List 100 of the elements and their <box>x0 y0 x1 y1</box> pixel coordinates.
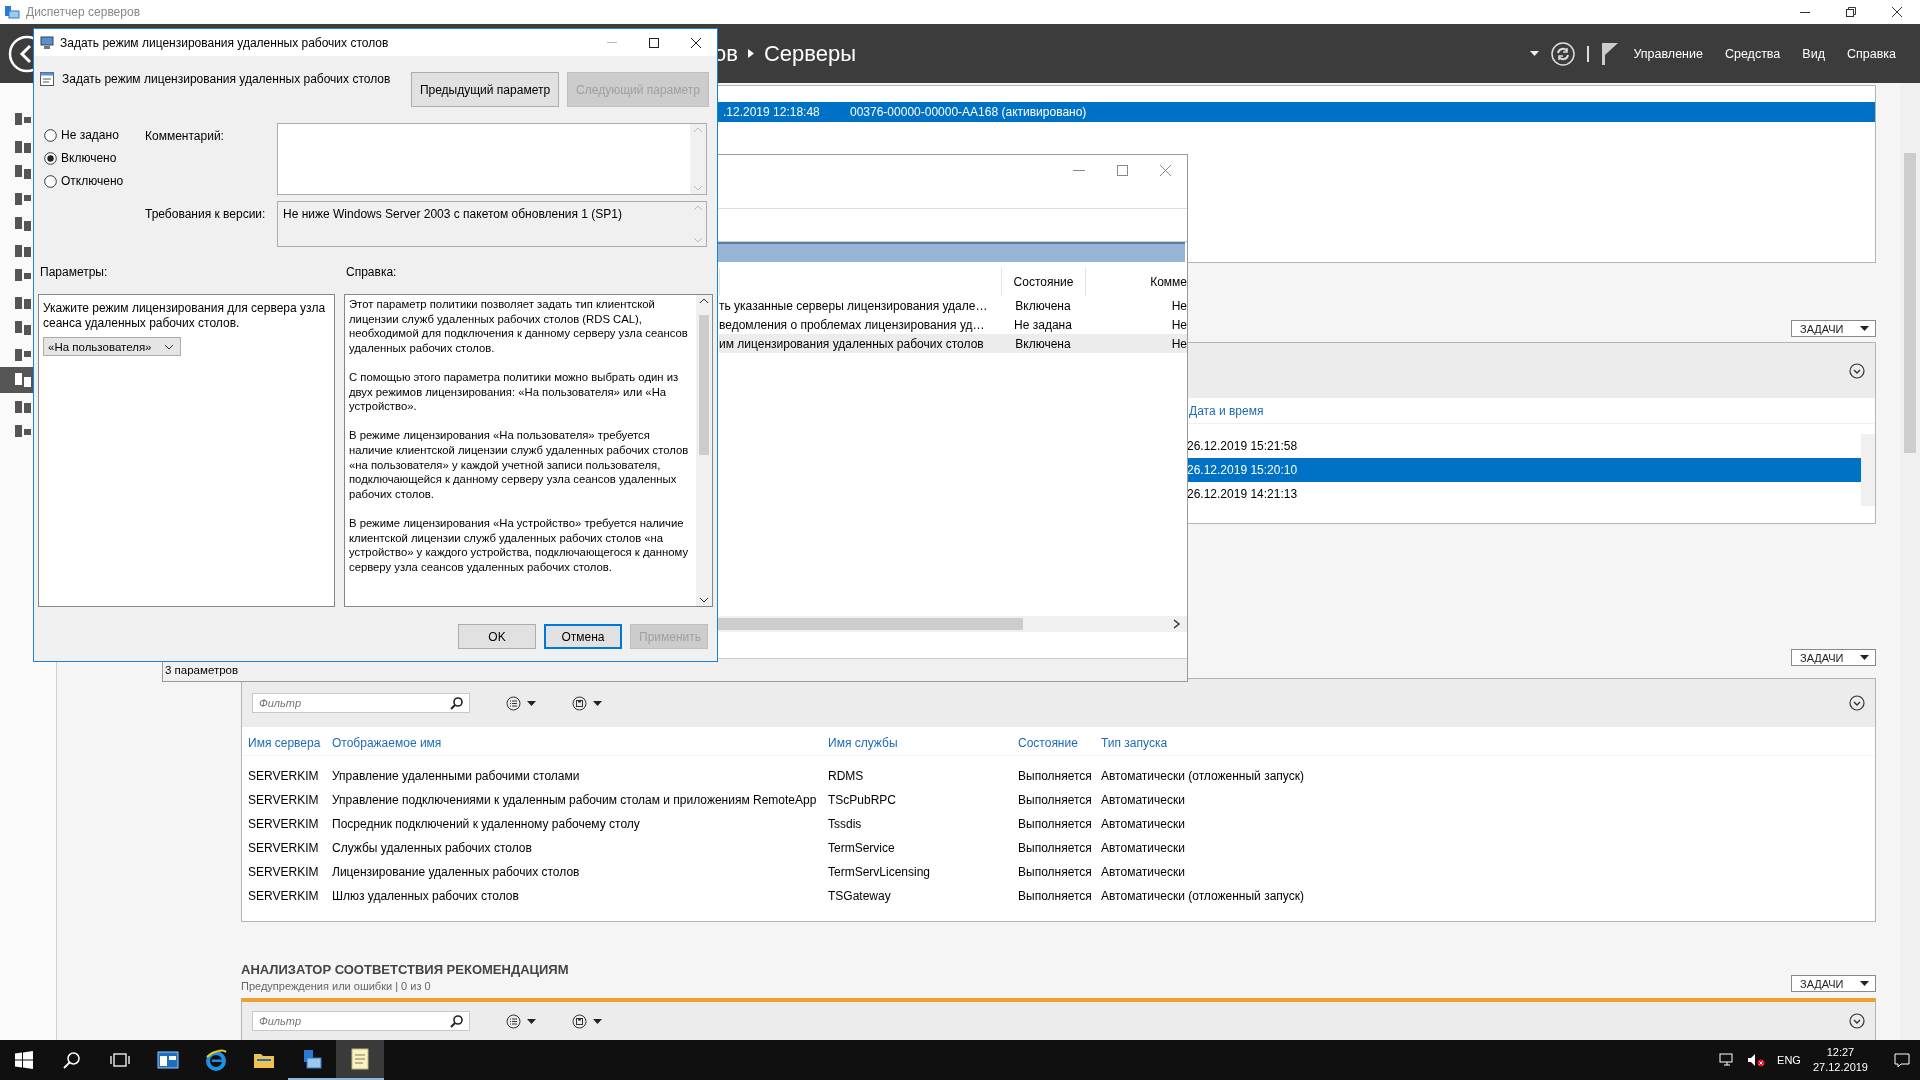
caret-icon <box>593 700 602 706</box>
table-cell-text: SERVERKIM <box>248 865 320 879</box>
scrollbar[interactable] <box>1861 434 1875 506</box>
dialog-button[interactable]: OK <box>458 624 536 649</box>
server-icon <box>14 346 32 362</box>
close-icon[interactable] <box>1892 7 1902 17</box>
table-cell-text: Tssdis <box>828 817 863 831</box>
server-icon <box>14 242 32 258</box>
filter-field[interactable]: Фильтр <box>252 693 470 713</box>
menu-item[interactable]: Управление <box>1633 46 1703 61</box>
column-header[interactable]: Имя сервера <box>248 736 332 750</box>
section-label: Справка: <box>346 265 397 280</box>
scrollbar[interactable] <box>1900 83 1920 1040</box>
browser-icon <box>205 1049 227 1071</box>
collapse-icon[interactable] <box>1849 695 1865 711</box>
search-icon[interactable] <box>450 1014 463 1028</box>
setting-heading: Задать режим лицензирования удаленных рабочих столов <box>62 72 391 86</box>
scroll-thumb[interactable] <box>699 315 709 455</box>
policy-row[interactable]: ведомления о проблемах лицензирования уд… Не задана Не <box>719 315 1187 334</box>
network-icon[interactable] <box>1719 1053 1736 1067</box>
search-icon <box>63 1051 81 1069</box>
chevron-up-icon <box>694 127 702 132</box>
server-icon <box>14 138 32 154</box>
collapse-icon[interactable] <box>1849 1013 1865 1029</box>
column-header[interactable]: Комме <box>1085 268 1187 296</box>
column-header[interactable]: Состояние <box>1018 736 1101 750</box>
caret-icon <box>1860 981 1869 986</box>
taskbar-app[interactable] <box>336 1040 384 1080</box>
chevron-down-icon <box>694 186 702 191</box>
table-cell-text: Автоматически <box>1101 865 1186 879</box>
table-cell-text: TermServLicensing <box>828 865 932 879</box>
chevron-down-icon[interactable] <box>700 598 708 603</box>
table-cell-text: Выполняется <box>1018 817 1093 831</box>
minimize-icon[interactable] <box>1800 11 1810 13</box>
table-cell-text: Службы удаленных рабочих столов <box>332 841 533 855</box>
filter-input[interactable]: Фильтр <box>259 697 429 709</box>
menu-item[interactable]: Средства <box>1724 46 1781 61</box>
table-cell-text: SERVERKIM <box>248 769 320 783</box>
scrollbar[interactable] <box>696 295 712 606</box>
radio-button[interactable]: Включено <box>44 151 145 165</box>
collapse-icon[interactable] <box>1849 362 1865 379</box>
table-cell-text: Выполняется <box>1018 769 1093 783</box>
section-subtitle: Предупреждения или ошибки | 0 из 0 <box>241 980 432 992</box>
table-cell-text: Посредник подключений к удаленному рабочему столу <box>332 817 641 831</box>
comment-field[interactable] <box>277 123 707 195</box>
column-header[interactable]: Отображаемое имя <box>332 736 828 750</box>
tasks-button[interactable]: ЗАДАЧИ <box>1791 320 1876 337</box>
version-field: Не ниже Windows Server 2003 с пакетом обновления 1 (SP1) <box>277 201 707 247</box>
menu-item[interactable]: Справка <box>1846 46 1896 61</box>
clock[interactable]: 12:27 27.12.2019 <box>1812 1045 1868 1075</box>
volume-muted-icon[interactable] <box>1747 1053 1766 1067</box>
server-icon <box>14 216 32 232</box>
server-icon <box>4 5 20 19</box>
server-icon <box>14 164 32 180</box>
language-indicator[interactable]: ENG <box>1777 1054 1801 1066</box>
filter-input[interactable]: Фильтр <box>259 1015 429 1027</box>
column-header[interactable]: Имя службы <box>828 736 1018 750</box>
radio-button[interactable]: Отключено <box>44 174 145 188</box>
maximize-icon[interactable] <box>649 37 659 48</box>
radio-button[interactable]: Не задано <box>44 128 145 142</box>
notepad-icon <box>351 1048 369 1070</box>
flag-icon[interactable] <box>1601 41 1620 66</box>
column-header[interactable]: Состояние <box>1001 268 1085 296</box>
dialog-button[interactable]: Отмена <box>544 624 622 649</box>
column-header[interactable]: Дата и время <box>1189 403 1264 418</box>
table-cell-text: Автоматически (отложенный запуск) <box>1101 889 1305 903</box>
notification-icon[interactable] <box>1894 1052 1910 1068</box>
breadcrumb-item[interactable]: Серверы <box>763 40 857 67</box>
refresh-icon[interactable] <box>1551 41 1576 66</box>
list-icon[interactable] <box>506 695 521 711</box>
list-icon[interactable] <box>506 1013 521 1029</box>
table-cell-text: Автоматически (отложенный запуск) <box>1101 769 1305 783</box>
chevron-right-icon[interactable] <box>1173 619 1181 629</box>
table-cell-text: Автоматически <box>1101 817 1186 831</box>
tasks-button[interactable]: ЗАДАЧИ <box>1791 975 1876 992</box>
chevron-up-icon[interactable] <box>700 298 708 303</box>
tasks-button[interactable]: ЗАДАЧИ <box>1791 649 1876 666</box>
server-icon <box>14 190 32 206</box>
chevron-down-icon <box>694 238 702 243</box>
filter-field[interactable]: Фильтр <box>252 1011 470 1031</box>
scroll-thumb[interactable] <box>1904 153 1916 453</box>
restore-icon[interactable] <box>1846 7 1856 17</box>
table-cell-text: TScPubRPC <box>828 793 898 807</box>
field-label: Требования к версии: <box>145 206 267 223</box>
field-label: Комментарий: <box>145 128 225 145</box>
table-cell-text: Лицензирование удаленных рабочих столов <box>332 865 581 879</box>
policy-row[interactable]: ть указанные серверы лицензирования удале… Включена Не <box>719 296 1187 315</box>
option-description: Укажите режим лицензирования для сервера узла сеанса удаленных рабочих столов. <box>43 301 327 331</box>
setting-nav-button[interactable]: Предыдущий параметр <box>410 72 560 107</box>
table-cell-text: Выполняется <box>1018 889 1093 903</box>
close-icon[interactable] <box>691 37 701 48</box>
caret-icon <box>593 1018 602 1024</box>
save-icon[interactable] <box>572 1013 587 1029</box>
policy-row[interactable]: им лицензирования удаленных рабочих столов Включена Не <box>719 334 1187 353</box>
save-icon[interactable] <box>572 695 587 711</box>
column-header[interactable]: Тип запуска <box>1101 736 1875 750</box>
search-icon[interactable] <box>450 696 463 710</box>
menu-item[interactable]: Вид <box>1802 46 1825 61</box>
mode-dropdown[interactable]: «На пользователя» <box>43 337 181 356</box>
table-cell-text: TermService <box>828 841 896 855</box>
